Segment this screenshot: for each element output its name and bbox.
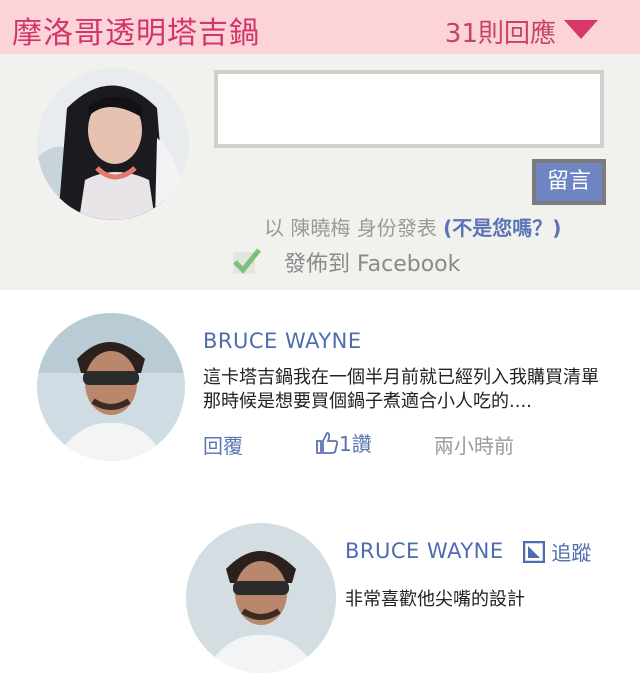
follow-label: 追蹤 [551,541,592,565]
post-comment-label: 留言 [536,163,602,201]
comment-author[interactable]: BRUCE WAYNE [345,539,504,563]
facebook-label: 發佈到 Facebook [284,252,461,277]
follow-icon [522,540,546,564]
follow-button[interactable]: 追蹤 [522,537,592,566]
facebook-checkbox[interactable] [231,246,261,276]
comment-count[interactable]: 31則回應 [445,13,556,50]
checkmark-icon [233,248,261,274]
current-user-avatar [37,68,189,220]
identity-line: 以 陳曉梅 身份發表 (不是您嗎？) [264,212,561,241]
thumbs-up-icon [316,432,339,454]
commenter-avatar[interactable] [186,523,336,673]
comment-text: 這卡塔吉鍋我在一個半月前就已經列入我購買清單那時候是想要買個鍋子煮適合小人吃的.… [203,367,599,412]
commenter-avatar[interactable] [37,313,185,461]
comment-author[interactable]: BRUCE WAYNE [203,329,362,353]
not-you-link[interactable]: (不是您嗎？) [443,216,561,240]
caret-down-icon[interactable] [564,20,598,39]
page-title: 摩洛哥透明塔吉鍋 [12,16,260,51]
identity-text: 以 陳曉梅 身份發表 [264,216,437,240]
comment-text: 非常喜歡他尖嘴的設計 [345,589,525,610]
header-bar: 摩洛哥透明塔吉鍋 31則回應 [0,0,640,54]
comment-input[interactable] [214,70,604,148]
post-comment-button[interactable]: 留言 [532,159,606,205]
like-button[interactable]: 1讚 [315,428,372,457]
reply-link[interactable]: 回覆 [203,430,243,459]
compose-panel: 留言 以 陳曉梅 身份發表 (不是您嗎？) 發佈到 Facebook [0,54,640,290]
like-count: 1讚 [339,432,372,456]
comment-time: 兩小時前 [434,434,514,458]
